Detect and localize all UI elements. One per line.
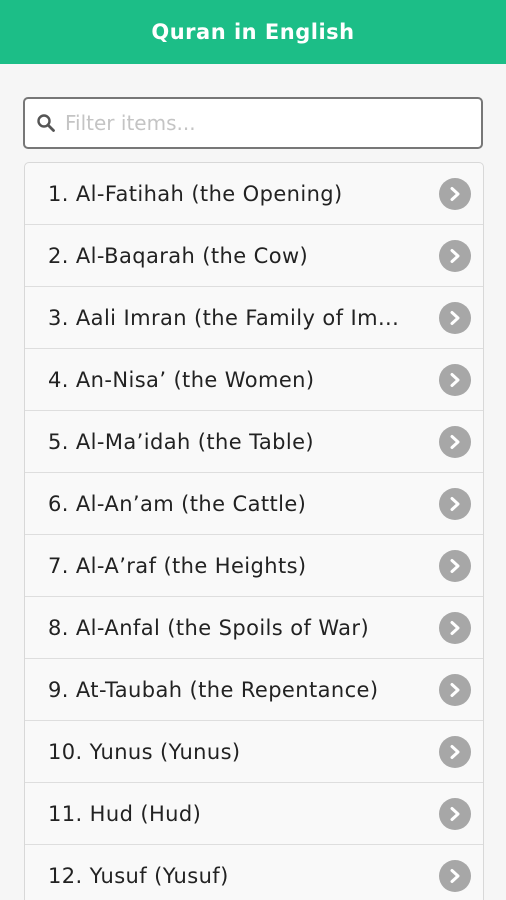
list-item-label: 11. Hud (Hud) bbox=[48, 801, 202, 826]
list-item[interactable]: 7. Al-A’raf (the Heights) bbox=[25, 535, 483, 597]
surah-list: 1. Al-Fatihah (the Opening) 2. Al-Baqara… bbox=[24, 162, 484, 900]
chevron-right-icon[interactable] bbox=[439, 425, 471, 458]
filter-box[interactable] bbox=[23, 97, 483, 149]
list-item[interactable]: 3. Aali Imran (the Family of Im... bbox=[25, 287, 483, 349]
chevron-right-icon[interactable] bbox=[439, 549, 471, 582]
chevron-right-icon[interactable] bbox=[439, 487, 471, 520]
list-item[interactable]: 5. Al-Ma’idah (the Table) bbox=[25, 411, 483, 473]
list-item-label: 4. An-Nisa’ (the Women) bbox=[48, 367, 315, 392]
list-item-label: 6. Al-An’am (the Cattle) bbox=[48, 491, 307, 516]
chevron-right-icon[interactable] bbox=[439, 363, 471, 396]
list-item[interactable]: 10. Yunus (Yunus) bbox=[25, 721, 483, 783]
chevron-right-icon[interactable] bbox=[439, 859, 471, 892]
chevron-right-icon[interactable] bbox=[439, 239, 471, 272]
list-item[interactable]: 6. Al-An’am (the Cattle) bbox=[25, 473, 483, 535]
list-item-label: 8. Al-Anfal (the Spoils of War) bbox=[48, 615, 370, 640]
search-icon bbox=[31, 108, 61, 138]
list-item[interactable]: 9. At-Taubah (the Repentance) bbox=[25, 659, 483, 721]
list-item-label: 9. At-Taubah (the Repentance) bbox=[48, 677, 379, 702]
chevron-right-icon[interactable] bbox=[439, 735, 471, 768]
list-item-label: 12. Yusuf (Yusuf) bbox=[48, 863, 229, 888]
list-item-label: 1. Al-Fatihah (the Opening) bbox=[48, 181, 343, 206]
search-input[interactable] bbox=[61, 103, 481, 143]
list-item-label: 10. Yunus (Yunus) bbox=[48, 739, 241, 764]
chevron-right-icon[interactable] bbox=[439, 611, 471, 644]
list-item-label: 2. Al-Baqarah (the Cow) bbox=[48, 243, 309, 268]
chevron-right-icon[interactable] bbox=[439, 301, 471, 334]
chevron-right-icon[interactable] bbox=[439, 797, 471, 830]
chevron-right-icon[interactable] bbox=[439, 673, 471, 706]
page-title: Quran in English bbox=[151, 20, 355, 44]
app-header: Quran in English bbox=[0, 0, 506, 64]
list-item[interactable]: 12. Yusuf (Yusuf) bbox=[25, 845, 483, 900]
list-item-label: 7. Al-A’raf (the Heights) bbox=[48, 553, 307, 578]
list-item-label: 3. Aali Imran (the Family of Im... bbox=[48, 305, 400, 330]
chevron-right-icon[interactable] bbox=[439, 177, 471, 210]
app-screen: Quran in English 1. Al-Fatihah (the Open… bbox=[0, 0, 506, 900]
list-item[interactable]: 4. An-Nisa’ (the Women) bbox=[25, 349, 483, 411]
list-item[interactable]: 1. Al-Fatihah (the Opening) bbox=[25, 163, 483, 225]
list-item[interactable]: 11. Hud (Hud) bbox=[25, 783, 483, 845]
list-item[interactable]: 2. Al-Baqarah (the Cow) bbox=[25, 225, 483, 287]
list-item-label: 5. Al-Ma’idah (the Table) bbox=[48, 429, 314, 454]
list-item[interactable]: 8. Al-Anfal (the Spoils of War) bbox=[25, 597, 483, 659]
